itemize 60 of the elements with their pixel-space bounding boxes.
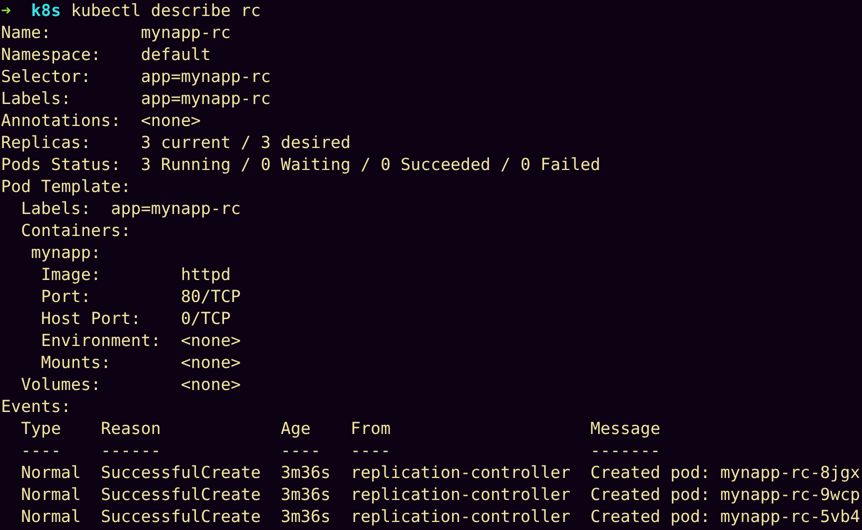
section-label: Containers: bbox=[20, 220, 131, 242]
field-label: Labels: bbox=[20, 199, 91, 218]
table-cell: replication-controller bbox=[350, 507, 570, 526]
header-rule: ---- bbox=[280, 441, 321, 460]
table-cell: 3m36s bbox=[280, 463, 331, 482]
prompt-symbol: ➜ bbox=[1, 0, 11, 22]
column-header: Type bbox=[20, 419, 61, 438]
field-value: <none> bbox=[180, 330, 241, 352]
table-cell: Normal bbox=[20, 507, 81, 526]
field-value: 80/TCP bbox=[180, 286, 241, 308]
table-cell: Created pod: mynapp-rc-9wcp bbox=[590, 485, 860, 504]
field-value: <none> bbox=[180, 352, 241, 374]
column-header: Message bbox=[590, 419, 660, 438]
table-cell: 3m36s bbox=[280, 507, 331, 526]
field-value: <none> bbox=[140, 110, 201, 132]
table-cell: Created pod: mynapp-rc-8jgx bbox=[590, 463, 860, 482]
field-label: Name: bbox=[1, 23, 51, 42]
field-label: Annotations: bbox=[1, 111, 121, 130]
prompt-directory: k8s bbox=[30, 0, 61, 22]
field-value: app=mynapp-rc bbox=[110, 198, 241, 220]
field-value: app=mynapp-rc bbox=[140, 88, 271, 110]
field-label: Volumes: bbox=[20, 375, 101, 394]
header-rule: ---- bbox=[350, 441, 391, 460]
section-label: Pod Template: bbox=[1, 176, 131, 198]
header-rule: ------ bbox=[100, 441, 161, 460]
table-cell: Normal bbox=[20, 485, 81, 504]
column-header: Age bbox=[280, 419, 311, 438]
header-rule: ---- bbox=[20, 441, 61, 460]
table-cell: SuccessfulCreate bbox=[100, 463, 261, 482]
command-text: kubectl describe rc bbox=[70, 0, 261, 22]
table-cell: 3m36s bbox=[280, 485, 331, 504]
table-cell: replication-controller bbox=[350, 485, 570, 504]
field-label: Namespace: bbox=[1, 45, 101, 64]
field-value: app=mynapp-rc bbox=[140, 66, 271, 88]
field-label: Pods Status: bbox=[1, 155, 121, 174]
field-value: mynapp-rc bbox=[140, 22, 231, 44]
section-label: Events: bbox=[1, 396, 71, 418]
field-label: Mounts: bbox=[40, 353, 111, 372]
field-label: Host Port: bbox=[40, 309, 141, 328]
table-cell: Normal bbox=[20, 463, 81, 482]
field-label: Replicas: bbox=[1, 133, 91, 152]
field-value: 0/TCP bbox=[180, 308, 231, 330]
column-header: Reason bbox=[100, 419, 161, 438]
table-cell: SuccessfulCreate bbox=[100, 507, 261, 526]
field-value: <none> bbox=[180, 374, 241, 396]
field-label: Image: bbox=[40, 265, 101, 284]
section-label: mynapp: bbox=[30, 242, 101, 264]
field-label: Environment: bbox=[40, 331, 161, 350]
table-cell: Created pod: mynapp-rc-5vb4 bbox=[590, 507, 860, 526]
field-value: httpd bbox=[180, 264, 231, 286]
field-label: Selector: bbox=[1, 67, 91, 86]
column-header: From bbox=[350, 419, 391, 438]
field-value: 3 Running / 0 Waiting / 0 Succeeded / 0 Failed bbox=[140, 154, 600, 176]
field-label: Port: bbox=[40, 287, 91, 306]
field-value: default bbox=[140, 44, 211, 66]
field-label: Labels: bbox=[1, 89, 71, 108]
field-value: 3 current / 3 desired bbox=[140, 132, 351, 154]
table-cell: SuccessfulCreate bbox=[100, 485, 261, 504]
table-cell: replication-controller bbox=[350, 463, 570, 482]
header-rule: ------- bbox=[590, 441, 660, 460]
